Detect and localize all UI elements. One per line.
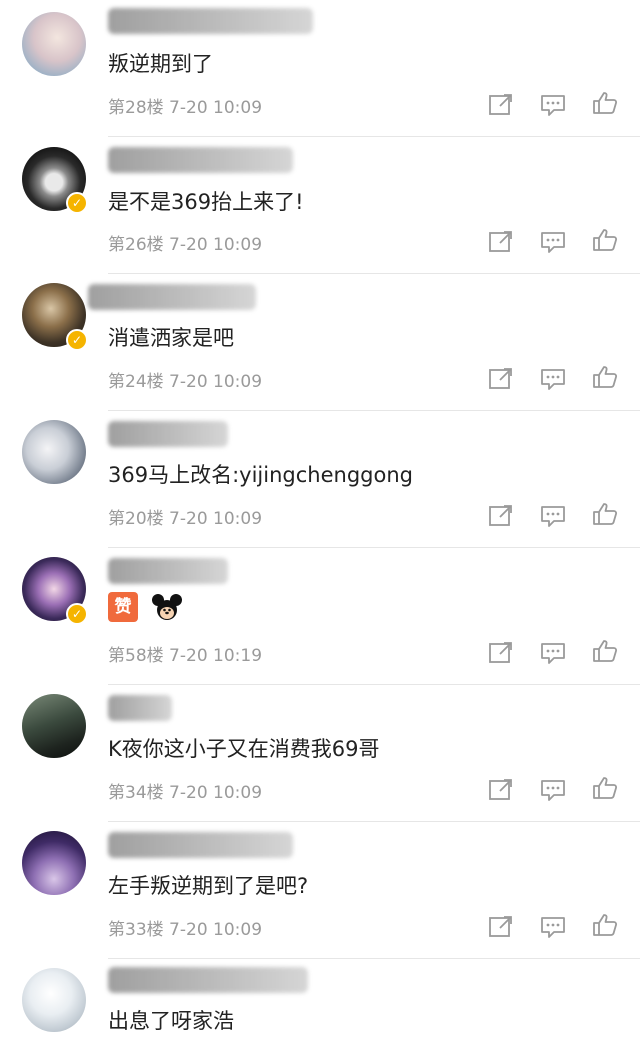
- thumbs-up-icon[interactable]: [592, 502, 618, 526]
- timestamp: 7-20 10:09: [169, 372, 263, 392]
- username-blurred[interactable]: [108, 832, 293, 858]
- floor-number: 第26楼: [108, 235, 164, 255]
- comment-meta: 第34楼 7-20 10:09: [108, 778, 262, 803]
- floor-number: 第34楼: [108, 783, 164, 803]
- comment-icon[interactable]: [540, 93, 566, 117]
- comment-meta: 第20楼 7-20 10:09: [108, 504, 262, 529]
- comment-text: 出息了呀家浩: [108, 1009, 234, 1033]
- verified-badge-icon: ✓: [66, 603, 88, 625]
- share-icon[interactable]: [488, 915, 514, 939]
- timestamp: 7-20 10:09: [169, 98, 263, 118]
- comment-text: K夜你这小子又在消费我69哥: [108, 737, 380, 761]
- username-blurred[interactable]: [108, 967, 308, 993]
- username-blurred[interactable]: [108, 8, 313, 34]
- comment-item: 叛逆期到了 第28楼 7-20 10:09: [0, 0, 640, 137]
- floor-number: 第33楼: [108, 920, 164, 940]
- floor-number: 第20楼: [108, 509, 164, 529]
- comment-icon[interactable]: [540, 504, 566, 528]
- comment-meta: 第28楼 7-20 10:09: [108, 93, 262, 118]
- username-blurred[interactable]: [108, 695, 172, 721]
- comment-emojis: 赞: [108, 592, 189, 622]
- comment-item: K夜你这小子又在消费我69哥 第34楼 7-20 10:09: [0, 685, 640, 822]
- comment-icon[interactable]: [540, 641, 566, 665]
- thumbs-up-icon[interactable]: [592, 91, 618, 115]
- timestamp: 7-20 10:09: [169, 509, 263, 529]
- comment-text: 369马上改名:yijingchenggong: [108, 463, 413, 487]
- share-icon[interactable]: [488, 778, 514, 802]
- timestamp: 7-20 10:19: [169, 646, 263, 666]
- thumbs-up-icon[interactable]: [592, 913, 618, 937]
- comment-icon[interactable]: [540, 230, 566, 254]
- username-blurred[interactable]: [108, 147, 293, 173]
- comment-item: ✓ 消遣洒家是吧 第24楼 7-20 10:09: [0, 274, 640, 411]
- avatar[interactable]: [22, 420, 86, 484]
- thumbs-up-icon[interactable]: [592, 639, 618, 663]
- comment-item: ✓ 是不是369抬上来了! 第26楼 7-20 10:09: [0, 137, 640, 274]
- username-blurred[interactable]: [88, 284, 256, 310]
- username-blurred[interactable]: [108, 421, 228, 447]
- floor-number: 第28楼: [108, 98, 164, 118]
- comment-text: 叛逆期到了: [108, 52, 213, 76]
- verified-badge-icon: ✓: [66, 329, 88, 351]
- thumbs-up-icon[interactable]: [592, 228, 618, 252]
- share-icon[interactable]: [488, 641, 514, 665]
- comment-meta: 第24楼 7-20 10:09: [108, 367, 262, 392]
- thumbs-up-icon[interactable]: [592, 365, 618, 389]
- comment-text: 是不是369抬上来了!: [108, 190, 304, 214]
- share-icon[interactable]: [488, 367, 514, 391]
- share-icon[interactable]: [488, 93, 514, 117]
- comment-list: 叛逆期到了 第28楼 7-20 10:09 ✓ 是不是369抬上来了! 第26楼…: [0, 0, 640, 1041]
- timestamp: 7-20 10:09: [169, 783, 263, 803]
- comment-icon[interactable]: [540, 915, 566, 939]
- floor-number: 第58楼: [108, 646, 164, 666]
- comment-text: 左手叛逆期到了是吧?: [108, 874, 309, 898]
- comment-item: 出息了呀家浩: [0, 959, 640, 1041]
- comment-icon[interactable]: [540, 367, 566, 391]
- comment-item: 左手叛逆期到了是吧? 第33楼 7-20 10:09: [0, 822, 640, 959]
- floor-number: 第24楼: [108, 372, 164, 392]
- avatar[interactable]: [22, 831, 86, 895]
- comment-item: 369马上改名:yijingchenggong 第20楼 7-20 10:09: [0, 411, 640, 548]
- comment-icon[interactable]: [540, 778, 566, 802]
- comment-text: 消遣洒家是吧: [108, 326, 234, 350]
- share-icon[interactable]: [488, 230, 514, 254]
- avatar[interactable]: [22, 694, 86, 758]
- avatar[interactable]: [22, 12, 86, 76]
- mickey-mouse-emoji-icon: [151, 592, 183, 622]
- thumbs-up-icon[interactable]: [592, 776, 618, 800]
- timestamp: 7-20 10:09: [169, 920, 263, 940]
- avatar[interactable]: [22, 968, 86, 1032]
- comment-meta: 第58楼 7-20 10:19: [108, 641, 262, 666]
- zan-emoji-icon: 赞: [108, 592, 138, 622]
- comment-meta: 第33楼 7-20 10:09: [108, 915, 262, 940]
- share-icon[interactable]: [488, 504, 514, 528]
- timestamp: 7-20 10:09: [169, 235, 263, 255]
- username-blurred[interactable]: [108, 558, 228, 584]
- comment-item: ✓ 赞 第58楼 7-20 10:19: [0, 548, 640, 685]
- comment-meta: 第26楼 7-20 10:09: [108, 230, 262, 255]
- verified-badge-icon: ✓: [66, 192, 88, 214]
